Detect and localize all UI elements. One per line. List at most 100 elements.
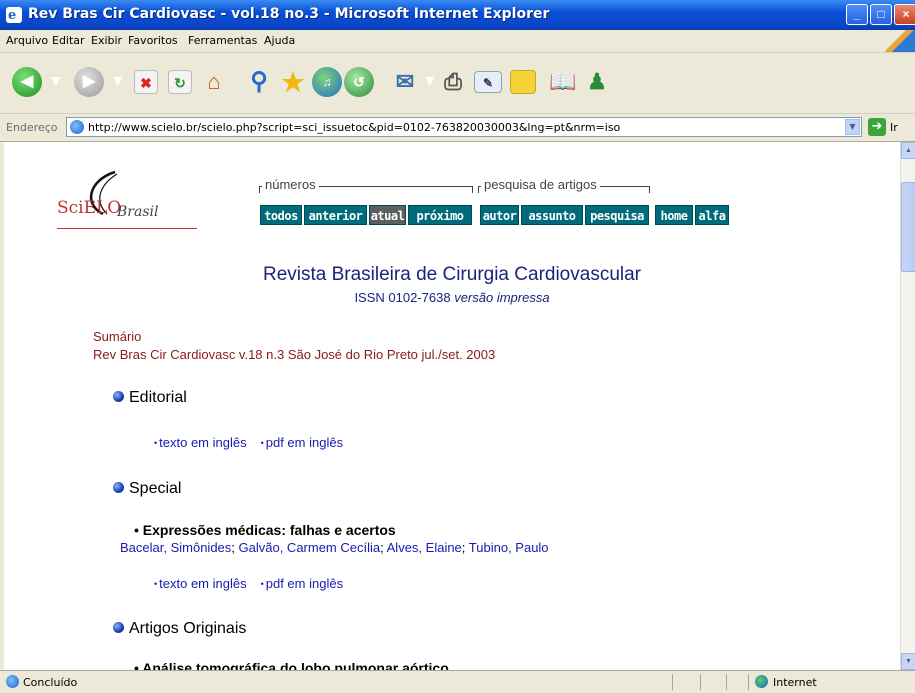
logo-sci-text: SciELO [57, 198, 122, 218]
nav-group-numeros: números [259, 177, 473, 199]
link-bullet: • [154, 579, 158, 589]
logo-underline [57, 228, 197, 229]
special-links: • texto em inglês • pdf em inglês [154, 576, 357, 591]
section-special-heading: Special [113, 480, 181, 498]
section-bullet-icon [113, 622, 124, 633]
page-icon [70, 120, 84, 134]
address-input[interactable]: http://www.scielo.br/scielo.php?script=s… [66, 117, 862, 137]
issn-version: versão impressa [454, 290, 550, 305]
special-authors: Bacelar, Simônides; Galvão, Carmem Cecíl… [120, 540, 549, 555]
menu-favoritos[interactable]: Favoritos [128, 34, 178, 47]
menu-arquivo[interactable]: Arquivo [6, 34, 48, 47]
author-link[interactable]: Bacelar, Simônides [120, 540, 231, 555]
discuss-icon[interactable] [510, 70, 536, 94]
nav-anterior-button[interactable]: anterior [304, 205, 367, 225]
nav-atual-button[interactable]: atual [369, 205, 406, 225]
nav-autor-button[interactable]: autor [480, 205, 519, 225]
window-title: Rev Bras Cir Cardiovasc - vol.18 no.3 - … [28, 6, 550, 22]
status-separator [726, 674, 727, 690]
section-originais-heading: Artigos Originais [113, 620, 246, 638]
vertical-scrollbar[interactable]: ▲ ▼ [900, 142, 915, 670]
ie-app-icon: e [6, 7, 22, 23]
go-button[interactable]: Ir [890, 121, 898, 134]
research-icon[interactable]: 📖 [548, 67, 578, 97]
minimize-button[interactable]: _ [846, 4, 868, 25]
home-icon[interactable]: ⌂ [200, 68, 228, 96]
status-separator [672, 674, 673, 690]
nav-proximo-button[interactable]: próximo [408, 205, 472, 225]
editorial-pdf-link[interactable]: • pdf em inglês [261, 435, 343, 450]
address-label: Endereço [6, 121, 58, 134]
mail-dropdown-icon[interactable]: ▼ [422, 67, 438, 97]
section-bullet-icon [113, 391, 124, 402]
close-button[interactable]: × [894, 4, 915, 25]
issn-number: ISSN 0102-7638 [354, 290, 451, 305]
editorial-pdf-link-label: pdf em inglês [265, 435, 344, 450]
nav-pesquisa-button[interactable]: pesquisa [585, 205, 649, 225]
history-icon[interactable]: ↺ [344, 67, 374, 97]
editorial-links: • texto em inglês • pdf em inglês [154, 435, 357, 450]
nav-group-pesquisa: pesquisa de artigos [478, 177, 650, 199]
special-text-link-label: texto em inglês [159, 576, 247, 591]
article-bullet: • [134, 522, 139, 538]
forward-dropdown-icon[interactable]: ▼ [110, 67, 126, 97]
journal-title: Revista Brasileira de Cirurgia Cardiovas… [262, 264, 642, 285]
author-link[interactable]: Alves, Elaine [387, 540, 462, 555]
link-bullet: • [260, 579, 264, 589]
refresh-icon[interactable]: ↻ [168, 70, 192, 94]
logo-brasil-text: Brasil [117, 204, 159, 220]
nav-home-button[interactable]: home [655, 205, 693, 225]
mail-icon[interactable]: ✉ [390, 67, 420, 97]
title-bar: e Rev Bras Cir Cardiovasc - vol.18 no.3 … [0, 0, 915, 30]
back-icon[interactable]: ◀ [12, 67, 42, 97]
address-url[interactable]: http://www.scielo.br/scielo.php?script=s… [88, 121, 620, 134]
author-link[interactable]: Tubino, Paulo [469, 540, 549, 555]
print-icon[interactable]: ⎙ [438, 67, 468, 97]
scroll-up-icon[interactable]: ▲ [901, 142, 915, 159]
partial-article-title[interactable]: • Análise tomográfica do lobo pulmonar a… [134, 660, 464, 670]
status-separator [700, 674, 701, 690]
section-originais-label: Artigos Originais [129, 620, 247, 637]
forward-icon[interactable]: ▶ [74, 67, 104, 97]
internet-zone-icon [755, 675, 768, 688]
status-bar: Concluído Internet [0, 670, 915, 693]
menu-editar[interactable]: Editar [52, 34, 85, 47]
special-text-link[interactable]: • texto em inglês [154, 576, 247, 591]
page-done-icon [6, 675, 19, 688]
search-icon[interactable]: ⚲ [244, 67, 274, 97]
menu-exibir[interactable]: Exibir [91, 34, 122, 47]
scroll-thumb[interactable] [901, 182, 915, 272]
media-icon[interactable]: ♫ [312, 67, 342, 97]
editorial-text-link[interactable]: • texto em inglês [154, 435, 247, 450]
back-dropdown-icon[interactable]: ▼ [48, 67, 64, 97]
section-editorial-heading: Editorial [113, 389, 187, 407]
link-bullet: • [260, 438, 264, 448]
nav-todos-button[interactable]: todos [260, 205, 302, 225]
section-bullet-icon [113, 482, 124, 493]
maximize-button[interactable]: □ [870, 4, 892, 25]
messenger-icon[interactable]: ♟ [582, 67, 612, 97]
section-special-label: Special [129, 480, 182, 497]
menu-bar: Arquivo Editar Exibir Favoritos Ferramen… [0, 30, 915, 53]
scroll-down-icon[interactable]: ▼ [901, 653, 915, 670]
stop-icon[interactable]: ✖ [134, 70, 158, 94]
menu-ajuda[interactable]: Ajuda [264, 34, 295, 47]
nav-group-numeros-caption: números [262, 177, 319, 192]
status-zone: Internet [773, 676, 817, 689]
section-editorial-label: Editorial [129, 389, 187, 406]
favorites-icon[interactable]: ★ [278, 67, 308, 97]
special-article-title: • Expressões médicas: falhas e acertos [134, 522, 396, 538]
nav-assunto-button[interactable]: assunto [521, 205, 583, 225]
go-icon[interactable]: ➜ [868, 118, 886, 136]
scielo-logo[interactable]: SciELO Brasil [57, 170, 207, 230]
author-link[interactable]: Galvão, Carmem Cecília [239, 540, 381, 555]
nav-alfa-button[interactable]: alfa [695, 205, 729, 225]
menu-ferramentas[interactable]: Ferramentas [188, 34, 257, 47]
link-bullet: • [154, 438, 158, 448]
address-dropdown-icon[interactable]: ▼ [845, 119, 860, 135]
special-pdf-link[interactable]: • pdf em inglês [261, 576, 343, 591]
special-pdf-link-label: pdf em inglês [265, 576, 344, 591]
toolbar: ◀ ▼ ▶ ▼ ✖ ↻ ⌂ ⚲ ★ ♫ ↺ ✉ ▼ ⎙ ✎ 📖 ♟ [0, 53, 915, 114]
edit-icon[interactable]: ✎ [474, 71, 502, 93]
journal-issn: ISSN 0102-7638 versão impressa [4, 290, 900, 305]
